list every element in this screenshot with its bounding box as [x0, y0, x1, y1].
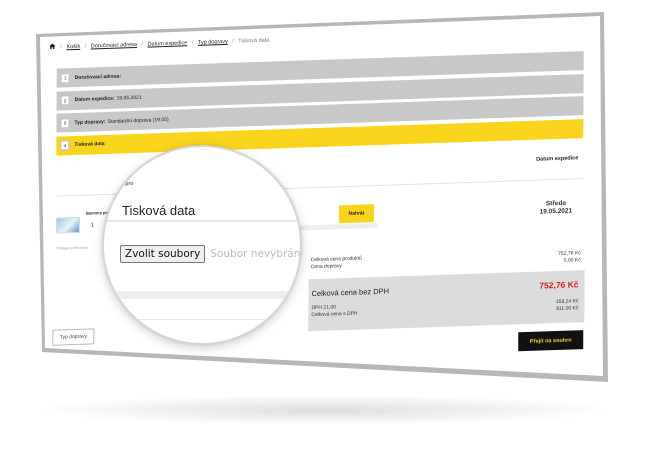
product-quantity: 1	[90, 222, 95, 229]
gross-total-value: 911,00 Kč	[556, 305, 579, 313]
net-total-label: Celková cena bez DPH	[311, 286, 390, 299]
breadcrumb-shipping[interactable]: Typ dopravy	[198, 39, 228, 46]
step-label: Typ dopravy:	[74, 118, 106, 126]
breadcrumb: / Košík / Doručovací adresa / Datum expe…	[49, 36, 269, 51]
step-label: Datum expedice:	[74, 95, 115, 104]
breadcrumb-date[interactable]: Datum expedice	[148, 40, 188, 47]
step-label: Tisková data	[74, 141, 105, 149]
ship-date: Středa 19.05.2021	[526, 199, 586, 217]
magnified-divider	[104, 319, 300, 320]
shipping-value: 0,00 Kč	[563, 257, 581, 264]
breadcrumb-cart[interactable]: Košík	[66, 44, 80, 50]
file-input[interactable]: Zvolit soubory Soubor nevybrán	[120, 245, 300, 263]
shipping-label: Cena dopravy	[310, 263, 342, 271]
magnified-product-name: Bannery pro	[104, 181, 134, 187]
next-button[interactable]: Přejít na souhrn	[518, 330, 584, 352]
step-number: 4	[60, 140, 70, 151]
breadcrumb-current: Tisková data	[238, 37, 270, 45]
home-icon[interactable]	[49, 43, 56, 50]
net-total-value: 752,76 Kč	[539, 279, 579, 291]
checkout-steps: 1 Doručovací adresa: 2 Datum expedice: 1…	[56, 51, 584, 159]
breadcrumb-address[interactable]: Doručovací adresa	[91, 42, 137, 50]
step-number: 3	[60, 117, 70, 128]
print-data-title: Tisková data	[122, 203, 196, 218]
product-thumbnail[interactable]	[55, 216, 80, 234]
no-file-text: Soubor nevybrán	[210, 248, 301, 260]
step-value: Standardní doprava (19.05)	[107, 116, 169, 125]
step-value: 19.05.2021	[116, 94, 142, 102]
total-block: Celková cena bez DPH 752,76 Kč DPH 21,00…	[308, 270, 585, 332]
column-header-date: Datum expedice	[536, 155, 579, 163]
gross-total-label: Celková cena s DPH	[311, 310, 358, 319]
back-button[interactable]: Typ dopravy	[52, 328, 95, 346]
magnifier-lens: Bannery pro Tisková data Zvolit soubory S…	[102, 145, 302, 345]
step-number: 1	[60, 72, 70, 83]
ship-date-value: 19.05.2021	[539, 207, 573, 216]
step-number: 2	[60, 95, 70, 106]
choose-files-button[interactable]: Zvolit soubory	[120, 245, 206, 263]
price-summary: Celková cena produktů Cena dopravy 752,7…	[308, 242, 585, 332]
ship-day: Středa	[545, 199, 567, 208]
upload-button[interactable]: Nahrát	[338, 204, 374, 224]
magnified-divider	[104, 291, 300, 299]
step-label: Doručovací adresa:	[74, 72, 122, 81]
magnified-divider	[104, 220, 300, 222]
product-note: *Přidejte si obrovsky	[55, 245, 88, 251]
magnified-content: Bannery pro Tisková data Zvolit soubory S…	[104, 147, 300, 343]
floor-shadow	[40, 395, 610, 425]
scene: / Košík / Doručovací adresa / Datum expe…	[0, 0, 650, 470]
